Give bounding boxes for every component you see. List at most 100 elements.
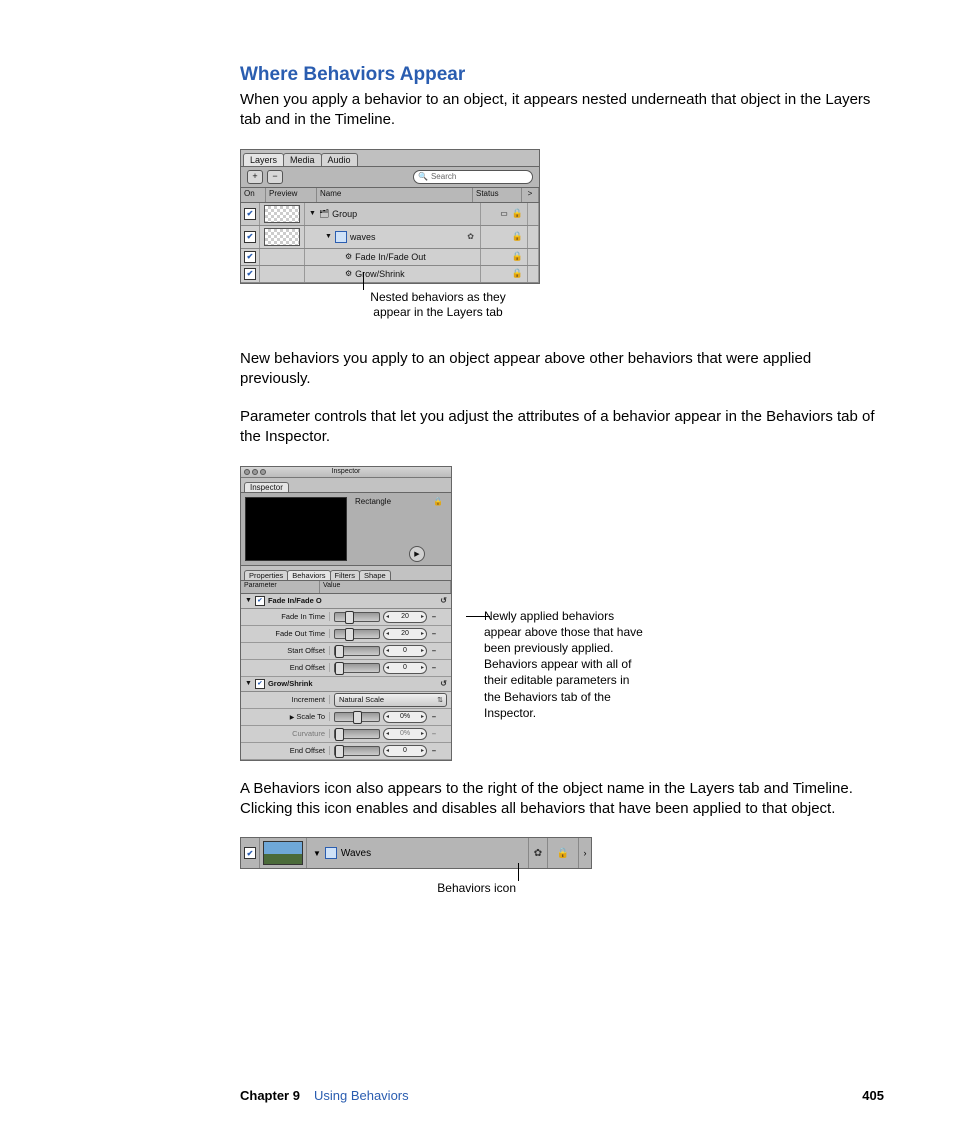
checkbox[interactable]: ✔ (255, 596, 265, 606)
row-fade[interactable]: ✔ ⚙ Fade In/Fade Out 🔒 (241, 249, 539, 266)
number-field[interactable]: 0% (383, 711, 427, 723)
lock-icon[interactable]: 🔒 (433, 497, 443, 506)
gear-icon[interactable]: ✿ (467, 232, 474, 241)
number-field[interactable]: 0 (383, 662, 427, 674)
group-grow[interactable]: ▼ ✔ Grow/Shrink ↺ (241, 677, 451, 692)
param-curvature: Curvature 0% – (241, 726, 451, 743)
slider[interactable] (334, 746, 380, 756)
slider[interactable] (334, 612, 380, 622)
col-preview: Preview (266, 188, 317, 202)
lock-icon[interactable]: 🔒 (557, 848, 569, 859)
col-expand[interactable]: > (522, 188, 539, 202)
number-field[interactable]: 20 (383, 611, 427, 623)
layer-icon (335, 231, 347, 243)
group-fade[interactable]: ▼ ✔ Fade In/Fade O ↺ (241, 594, 451, 609)
group-icon: 🗂 (319, 209, 329, 218)
search-icon: 🔍 (418, 172, 428, 181)
layer-icon (325, 847, 337, 859)
menu-icon: – (430, 729, 438, 738)
preview-thumb (264, 228, 300, 246)
tab-behaviors[interactable]: Behaviors (287, 570, 330, 580)
preview-thumb (263, 841, 303, 865)
slider[interactable] (334, 629, 380, 639)
row-label: Waves (341, 848, 371, 859)
row-waves[interactable]: ✔ ▼ waves ✿ 🔒 (241, 226, 539, 249)
tab-shape[interactable]: Shape (359, 570, 391, 580)
number-field[interactable]: 20 (383, 628, 427, 640)
slider[interactable] (334, 712, 380, 722)
row-label: Fade In/Fade Out (355, 252, 426, 262)
disclosure-icon[interactable]: ▼ (325, 233, 332, 240)
expand-icon[interactable]: › (579, 838, 591, 868)
checkbox[interactable]: ✔ (244, 251, 256, 263)
menu-icon[interactable]: – (430, 629, 438, 638)
param-start-offset: Start Offset 0 – (241, 643, 451, 660)
disclosure-icon[interactable]: ▼ (245, 597, 252, 604)
param-end-offset-2: End Offset 0 – (241, 743, 451, 760)
checkbox[interactable]: ✔ (244, 847, 256, 859)
figure-behaviors-icon: ✔ ▼ Waves ✿ 🔒 › (240, 837, 592, 869)
play-button[interactable]: ▶ (409, 546, 425, 562)
figure-inspector: Inspector Inspector Rectangle 🔒 ▶ Proper… (240, 466, 884, 761)
page-footer: Chapter 9 Using Behaviors 405 (240, 1088, 884, 1103)
slider[interactable] (334, 663, 380, 673)
row-label: waves (350, 232, 376, 242)
disclosure-icon[interactable]: ▶ (290, 715, 295, 721)
row-grow[interactable]: ✔ ⚙ Grow/Shrink 🔒 (241, 266, 539, 283)
object-name: Rectangle (355, 497, 391, 506)
param-fade-out: Fade Out Time 20 – (241, 626, 451, 643)
add-button[interactable]: + (247, 170, 263, 184)
checkbox[interactable]: ✔ (244, 208, 256, 220)
checkbox[interactable]: ✔ (255, 679, 265, 689)
reset-icon[interactable]: ↺ (440, 679, 447, 688)
tab-media[interactable]: Media (283, 153, 322, 166)
checkbox[interactable]: ✔ (244, 231, 256, 243)
remove-button[interactable]: − (267, 170, 283, 184)
menu-icon[interactable]: – (430, 646, 438, 655)
param-end-offset: End Offset 0 – (241, 660, 451, 677)
tab-layers[interactable]: Layers (243, 153, 284, 166)
group-label: Grow/Shrink (268, 679, 313, 688)
tab-audio[interactable]: Audio (321, 153, 358, 166)
head-parameter: Parameter (241, 581, 320, 593)
tab-properties[interactable]: Properties (244, 570, 288, 580)
menu-icon[interactable]: – (430, 746, 438, 755)
number-field[interactable]: 0 (383, 745, 427, 757)
menu-icon[interactable]: – (430, 712, 438, 721)
col-on: On (241, 188, 266, 202)
slider[interactable] (334, 646, 380, 656)
behavior-icon: ⚙ (345, 252, 352, 261)
section-heading: Where Behaviors Appear (240, 64, 884, 86)
number-field[interactable]: 0 (383, 645, 427, 657)
popup-menu[interactable]: Natural Scale (334, 693, 447, 707)
lock-icon[interactable]: 🔒 (512, 251, 523, 262)
window-controls[interactable] (244, 469, 266, 475)
lock-icon[interactable]: 🔒 (512, 231, 523, 242)
stack-icon: ▭ (500, 209, 508, 218)
figure2-callout: Newly applied behaviors appear above tho… (484, 608, 644, 721)
row-group[interactable]: ✔ ▼ 🗂 Group ▭ 🔒 (241, 203, 539, 226)
checkbox[interactable]: ✔ (244, 268, 256, 280)
disclosure-icon[interactable]: ▼ (313, 849, 321, 858)
col-name: Name (317, 188, 473, 202)
disclosure-icon[interactable]: ▼ (245, 680, 252, 687)
menu-icon[interactable]: – (430, 612, 438, 621)
menu-icon[interactable]: – (430, 663, 438, 672)
disclosure-icon[interactable]: ▼ (309, 210, 316, 217)
slider (334, 729, 380, 739)
window-title: Inspector (241, 468, 451, 475)
row-label: Group (332, 209, 357, 219)
behaviors-gear-icon[interactable]: ✿ (528, 838, 548, 868)
tab-inspector[interactable]: Inspector (244, 482, 289, 492)
behavior-icon: ⚙ (345, 269, 352, 278)
param-scale-to: ▶Scale To 0% – (241, 709, 451, 726)
search-field[interactable]: 🔍 Search (413, 170, 533, 184)
column-header: On Preview Name Status > (241, 188, 539, 203)
lock-icon[interactable]: 🔒 (512, 208, 523, 219)
search-placeholder: Search (431, 172, 456, 181)
figure-layers-panel: Layers Media Audio + − 🔍 Search On Previ… (240, 149, 540, 321)
lock-icon[interactable]: 🔒 (512, 268, 523, 279)
tab-filters[interactable]: Filters (330, 570, 360, 580)
reset-icon[interactable]: ↺ (440, 596, 447, 605)
body-para-3: Parameter controls that let you adjust t… (240, 407, 884, 448)
